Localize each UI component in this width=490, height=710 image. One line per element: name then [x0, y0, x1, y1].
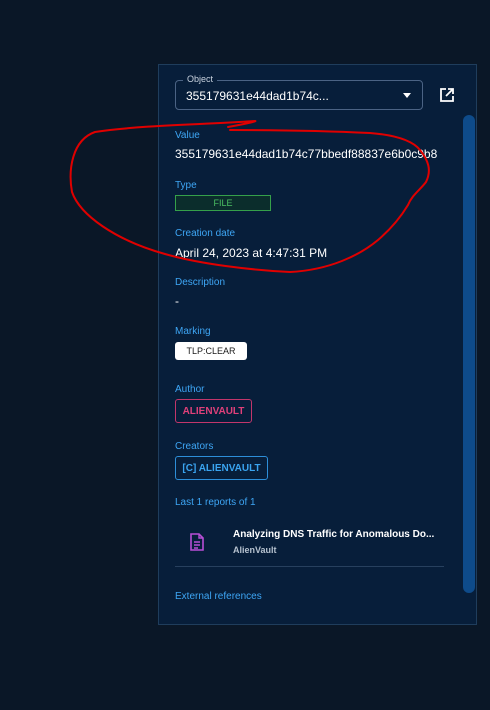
creation-date-label: Creation date — [175, 228, 236, 239]
description-value: - — [175, 294, 179, 308]
object-select-value[interactable]: 355179631e44dad1b74c... — [186, 89, 329, 103]
object-select-legend: Object — [183, 74, 218, 84]
type-chip: FILE — [175, 195, 271, 211]
creator-chip[interactable]: [C] ALIENVAULT — [175, 456, 268, 480]
marking-label: Marking — [175, 326, 211, 337]
type-label: Type — [175, 180, 197, 191]
external-link-icon[interactable] — [438, 86, 456, 104]
caret-down-icon[interactable] — [403, 93, 411, 98]
creation-date-value: April 24, 2023 at 4:47:31 PM — [175, 246, 328, 260]
value-label: Value — [175, 130, 200, 141]
author-chip[interactable]: ALIENVAULT — [175, 399, 252, 423]
document-icon — [190, 533, 204, 551]
external-references-link[interactable]: External references — [175, 591, 262, 602]
creators-label: Creators — [175, 441, 214, 452]
reports-header: Last 1 reports of 1 — [175, 497, 256, 508]
report-title[interactable]: Analyzing DNS Traffic for Anomalous Do..… — [233, 529, 434, 540]
report-list-item[interactable] — [175, 518, 444, 567]
marking-chip: TLP:CLEAR — [175, 342, 247, 360]
scrollbar-thumb[interactable] — [463, 115, 475, 593]
report-source: AlienVault — [233, 545, 277, 555]
author-label: Author — [175, 384, 205, 395]
description-label: Description — [175, 277, 226, 288]
value-text: 355179631e44dad1b74c77bbedf88837e6b0c9b8 — [175, 147, 438, 161]
